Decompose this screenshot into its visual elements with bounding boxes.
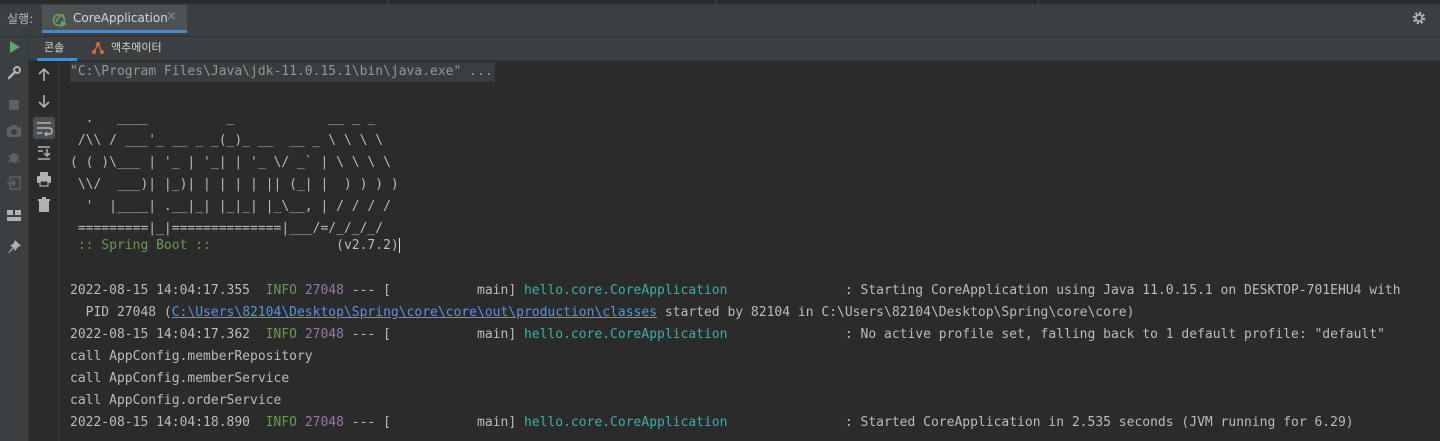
tab-core-application[interactable]: CoreApplication × [42,5,187,33]
wrench-icon[interactable] [6,65,22,81]
run-subtabs: 콘솔 액추에이터 [29,37,1440,61]
camera-icon[interactable] [6,123,22,139]
log-line: 2022-08-15 14:04:18.890 INFO 27048 --- [… [70,413,1354,433]
spring-boot-label: :: Spring Boot :: [70,238,219,253]
text-cursor [398,238,400,253]
log-logger: hello.core.CoreApplication [523,415,728,430]
gear-icon[interactable] [1410,9,1428,27]
banner-line: \\/ ___)| |_)| | | | | || (_| | ) ) ) ) [70,177,399,192]
scroll-to-end-icon[interactable] [35,144,53,162]
top-divider [0,0,1440,4]
close-icon[interactable]: × [166,9,177,24]
arrow-up-icon[interactable] [35,66,53,84]
log-line: 2022-08-15 14:04:17.362 INFO 27048 --- [… [70,325,1385,345]
log-message: : Started CoreApplication in 2.535 secon… [727,415,1354,430]
tab-console[interactable]: 콘솔 [37,37,77,61]
arrow-down-icon[interactable] [35,92,53,110]
console-toolbar [29,61,59,441]
log-message: : No active profile set, falling back to… [727,327,1385,342]
login-icon[interactable] [6,175,22,191]
soft-wrap-icon[interactable] [33,117,55,139]
log-cont-prefix: PID 27048 ( [70,305,172,320]
log-timestamp: 2022-08-15 14:04:18.890 [70,415,251,430]
stdout-line: call AppConfig.memberService [70,371,290,386]
classpath-link[interactable]: C:\Users\82104\Desktop\Spring\core\core\… [172,305,657,320]
banner-line: ( ( )\___ | '_ | '_| | '_ \/ _` | \ \ \ … [70,155,391,170]
log-level: INFO [265,283,297,298]
log-pid: 27048 [304,283,344,298]
spring-boot-version: (v2.7.2) [218,238,399,253]
tab-label: CoreApplication [73,11,168,25]
log-timestamp: 2022-08-15 14:04:17.355 [70,283,251,298]
print-icon[interactable] [35,170,53,188]
log-level: INFO [265,415,297,430]
log-line: 2022-08-15 14:04:17.355 INFO 27048 --- [… [70,281,1401,301]
run-icon[interactable] [6,39,22,55]
log-logger: hello.core.CoreApplication [523,327,728,342]
spring-app-icon [52,13,67,27]
spring-boot-version-line: :: Spring Boot :: (v2.7.2) [70,236,400,256]
log-thread: --- [ main] [343,283,524,298]
log-logger: hello.core.CoreApplication [523,283,728,298]
run-actions-strip [0,37,29,441]
stdout-line: call AppConfig.memberRepository [70,349,313,364]
log-pid: 27048 [304,415,344,430]
trash-icon[interactable] [35,196,53,214]
log-line-continuation: PID 27048 (C:\Users\82104\Desktop\Spring… [70,303,1135,323]
console-output[interactable]: "C:\Program Files\Java\jdk-11.0.15.1\bin… [70,61,1440,441]
tab-console-label: 콘솔 [44,41,65,54]
log-cont-suffix: started by 82104 in C:\Users\82104\Deskt… [657,305,1135,320]
actuator-icon [92,42,104,54]
tab-actuator-label: 액추에이터 [111,41,162,54]
banner-line: . ____ _ __ _ _ [70,111,376,126]
run-label: 실행: [7,12,34,26]
log-level: INFO [265,327,297,342]
log-timestamp: 2022-08-15 14:04:17.362 [70,327,251,342]
bug-icon[interactable] [6,149,22,165]
pin-icon[interactable] [6,239,22,255]
command-line: "C:\Program Files\Java\jdk-11.0.15.1\bin… [70,62,495,82]
run-toolbar: 실행: CoreApplication × [0,0,1440,37]
log-thread: --- [ main] [343,327,524,342]
banner-line: ' |____| .__|_| |_|_| |_\__, | / / / / [70,199,391,214]
tab-actuator[interactable]: 액추에이터 [91,37,181,61]
log-thread: --- [ main] [343,415,524,430]
stop-icon[interactable] [6,97,22,113]
log-message: : Starting CoreApplication using Java 11… [727,283,1401,298]
log-pid: 27048 [304,327,344,342]
layout-icon[interactable] [6,207,22,223]
stdout-line: call AppConfig.orderService [70,393,282,408]
banner-line: /\\ / ___'_ __ _ _(_)_ __ __ _ \ \ \ \ [70,133,384,148]
